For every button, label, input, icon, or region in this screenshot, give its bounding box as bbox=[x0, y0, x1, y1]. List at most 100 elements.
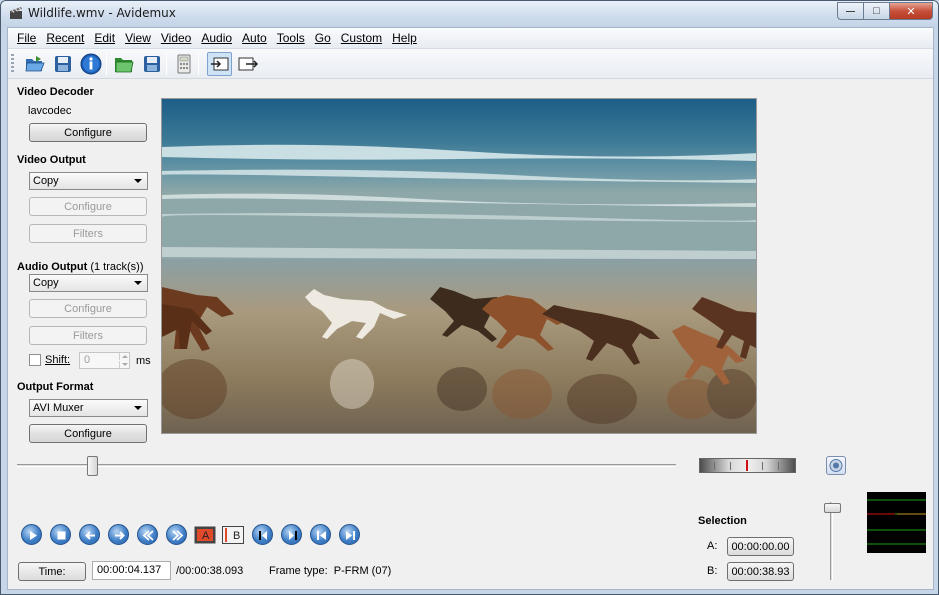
menu-auto[interactable]: Auto bbox=[237, 31, 272, 45]
audio-output-configure-button[interactable]: Configure bbox=[29, 299, 147, 318]
go-marker-b-button[interactable] bbox=[281, 524, 302, 545]
go-marker-b-icon bbox=[289, 531, 297, 540]
close-button[interactable]: ✕ bbox=[890, 2, 933, 20]
output-preview-icon bbox=[238, 57, 258, 71]
chevron-down-icon bbox=[134, 179, 142, 183]
stop-icon bbox=[57, 531, 66, 540]
stop-button[interactable] bbox=[50, 524, 71, 545]
menu-file[interactable]: File bbox=[12, 31, 41, 45]
spin-down-icon[interactable] bbox=[119, 361, 129, 368]
output-format-selected: AVI Muxer bbox=[33, 402, 84, 414]
info-button[interactable] bbox=[78, 52, 103, 76]
previous-frame-icon bbox=[85, 531, 95, 540]
menu-bar: File Recent Edit View Video Audio Auto T… bbox=[8, 28, 933, 49]
marker-a-letter: A bbox=[202, 530, 210, 542]
app-window: Wildlife.wmv - Avidemux — □ ✕ File Recen… bbox=[0, 0, 939, 595]
seek-slider-thumb[interactable] bbox=[87, 456, 99, 476]
video-decoder-configure-button[interactable]: Configure bbox=[29, 123, 147, 142]
jog-tick bbox=[778, 462, 779, 470]
volume-button[interactable] bbox=[826, 456, 846, 475]
window-title: Wildlife.wmv - Avidemux bbox=[28, 6, 176, 20]
output-format-configure-button[interactable]: Configure bbox=[29, 424, 147, 443]
save-button[interactable] bbox=[50, 52, 75, 76]
save-video-icon bbox=[143, 56, 160, 72]
shift-label: Shift: bbox=[45, 354, 71, 366]
shift-spinbox[interactable]: 0 bbox=[79, 352, 130, 369]
video-output-selected: Copy bbox=[33, 175, 59, 187]
frame-type: Frame type: P-FRM (07) bbox=[269, 565, 392, 577]
video-decoder-title: Video Decoder bbox=[17, 86, 94, 98]
video-output-select[interactable]: Copy bbox=[29, 172, 148, 190]
next-keyframe-button[interactable] bbox=[166, 524, 187, 545]
menu-view[interactable]: View bbox=[120, 31, 156, 45]
video-output-filters-button[interactable]: Filters bbox=[29, 224, 147, 243]
next-keyframe-icon bbox=[172, 530, 184, 541]
set-marker-b-icon: B bbox=[222, 526, 244, 544]
go-last-frame-icon bbox=[346, 531, 355, 540]
jog-tick bbox=[730, 462, 731, 470]
previous-frame-button[interactable] bbox=[79, 524, 100, 545]
menu-help[interactable]: Help bbox=[387, 31, 422, 45]
menu-edit[interactable]: Edit bbox=[89, 31, 120, 45]
spin-up-icon[interactable] bbox=[119, 353, 129, 360]
wildlife-horses-frame bbox=[162, 99, 756, 433]
minimize-icon: — bbox=[846, 6, 855, 16]
volume-slider-thumb[interactable] bbox=[824, 503, 841, 513]
input-preview-button[interactable] bbox=[207, 52, 232, 76]
audio-output-title: Audio Output (1 track(s)) bbox=[17, 261, 144, 273]
video-decoder-codec: lavcodec bbox=[28, 105, 72, 117]
toolbar-separator bbox=[106, 53, 107, 75]
maximize-button[interactable]: □ bbox=[864, 2, 890, 20]
current-time-input[interactable]: 00:00:04.137 bbox=[92, 561, 171, 580]
menu-recent[interactable]: Recent bbox=[41, 31, 89, 45]
title-bar[interactable]: Wildlife.wmv - Avidemux — □ ✕ bbox=[1, 1, 938, 27]
selection-b-button[interactable]: 00:00:38.93 bbox=[727, 562, 794, 581]
jog-tick bbox=[762, 462, 763, 470]
info-icon bbox=[80, 53, 101, 75]
menu-audio[interactable]: Audio bbox=[196, 31, 237, 45]
output-preview-button[interactable] bbox=[235, 52, 260, 76]
menu-video[interactable]: Video bbox=[156, 31, 196, 45]
go-marker-a-button[interactable] bbox=[252, 524, 273, 545]
speaker-icon bbox=[829, 459, 843, 472]
seek-slider-track[interactable] bbox=[17, 464, 676, 467]
menu-custom[interactable]: Custom bbox=[336, 31, 387, 45]
open-icon bbox=[25, 56, 45, 72]
time-button[interactable]: Time: bbox=[18, 562, 86, 581]
set-marker-b-button[interactable]: B bbox=[222, 526, 244, 544]
audio-track-count: (1 track(s)) bbox=[90, 261, 144, 273]
go-last-frame-button[interactable] bbox=[339, 524, 360, 545]
main-client-area: File Recent Edit View Video Audio Auto T… bbox=[7, 27, 934, 590]
go-first-frame-button[interactable] bbox=[310, 524, 331, 545]
chevron-down-icon bbox=[134, 281, 142, 285]
audio-output-select[interactable]: Copy bbox=[29, 274, 148, 292]
open-button[interactable] bbox=[22, 52, 47, 76]
previous-keyframe-icon bbox=[142, 530, 154, 541]
volume-slider-track[interactable] bbox=[830, 502, 833, 580]
menu-go[interactable]: Go bbox=[310, 31, 336, 45]
play-icon bbox=[30, 531, 37, 540]
play-button[interactable] bbox=[21, 524, 42, 545]
set-marker-a-icon: A bbox=[194, 526, 216, 544]
audio-output-filters-button[interactable]: Filters bbox=[29, 326, 147, 345]
save-video-button[interactable] bbox=[139, 52, 164, 76]
selection-a-label: A: bbox=[707, 540, 718, 552]
previous-keyframe-button[interactable] bbox=[137, 524, 158, 545]
next-frame-button[interactable] bbox=[108, 524, 129, 545]
toolbar-grip[interactable] bbox=[11, 54, 14, 74]
toolbar bbox=[8, 49, 933, 79]
open-folder-button[interactable] bbox=[111, 52, 136, 76]
jog-tick bbox=[714, 462, 715, 470]
output-format-title: Output Format bbox=[17, 381, 94, 393]
audio-output-selected: Copy bbox=[33, 277, 59, 289]
jog-shuttle[interactable] bbox=[699, 458, 796, 473]
selection-a-button[interactable]: 00:00:00.00 bbox=[727, 537, 794, 556]
set-marker-a-button[interactable]: A bbox=[194, 526, 216, 544]
menu-tools[interactable]: Tools bbox=[272, 31, 310, 45]
video-output-configure-button[interactable]: Configure bbox=[29, 197, 147, 216]
minimize-button[interactable]: — bbox=[837, 2, 864, 20]
video-preview[interactable] bbox=[161, 98, 757, 434]
calculator-button[interactable] bbox=[171, 52, 196, 76]
output-format-select[interactable]: AVI Muxer bbox=[29, 399, 148, 417]
shift-checkbox[interactable] bbox=[29, 354, 41, 366]
